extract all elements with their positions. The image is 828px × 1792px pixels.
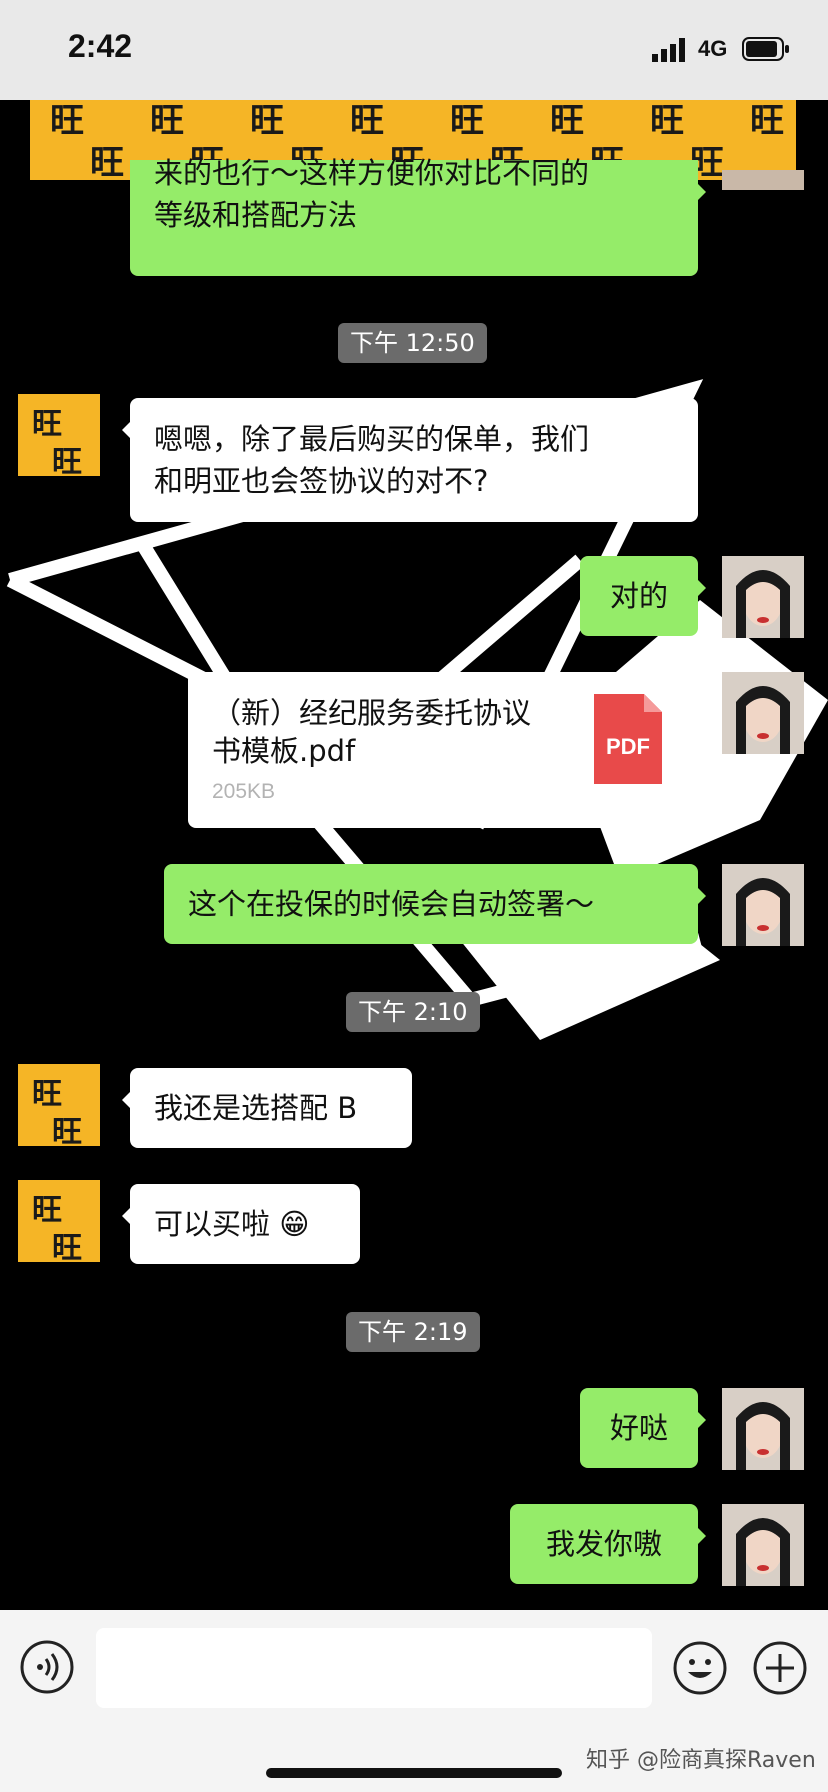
svg-text:旺: 旺 [52,1231,82,1262]
svg-text:旺: 旺 [350,101,384,141]
svg-text:旺: 旺 [750,101,784,141]
plus-icon[interactable] [752,1640,808,1696]
message-text: 我还是选搭配 B [154,1091,358,1125]
timestamp: 下午 12:50 [338,323,487,363]
pdf-icon-label: PDF [606,734,650,759]
avatar-contact[interactable]: 旺旺 [18,1064,100,1146]
svg-text:旺: 旺 [650,101,684,141]
message-bubble-received[interactable]: 可以买啦 😁 [122,1184,360,1264]
svg-text:旺: 旺 [550,101,584,141]
timestamp: 下午 2:10 [346,992,480,1032]
avatar-self[interactable] [722,1504,804,1586]
message-text: 来的也行～这样方便你对比不同的 [154,156,590,190]
message-text: 我发你嗷 [545,1527,662,1561]
signal-icon [652,38,685,62]
grin-emoji: 😁 [279,1207,310,1241]
svg-text:旺: 旺 [150,101,184,141]
timestamp: 下午 2:19 [346,1312,480,1352]
message-text: 嗯嗯，除了最后购买的保单，我们 [154,422,590,456]
message-bubble-received[interactable]: 我还是选搭配 B [122,1068,412,1148]
status-time: 2:42 [68,28,133,64]
svg-text:旺: 旺 [32,1077,62,1112]
message-text: 可以买啦 [154,1207,271,1241]
message-text: 等级和搭配方法 [154,198,358,232]
avatar-self[interactable] [722,556,804,638]
svg-text:旺: 旺 [50,101,84,141]
svg-text:旺: 旺 [32,407,62,442]
svg-text:旺: 旺 [90,143,124,180]
avatar-contact[interactable]: 旺旺 [18,1180,100,1262]
file-size: 205KB [212,780,276,803]
message-bubble-sent[interactable]: 我发你嗷 [510,1504,706,1584]
svg-text:旺: 旺 [52,445,82,476]
message-bubble-sent[interactable]: 来的也行～这样方便你对比不同的 等级和搭配方法 [130,156,706,276]
home-indicator[interactable] [266,1768,562,1778]
file-message[interactable]: （新）经纪服务委托协议书模板.pdf 205KB PDF [188,672,706,828]
network-type: 4G [698,36,728,61]
message-bubble-sent[interactable]: 好哒 [580,1388,706,1468]
avatar-self[interactable] [722,170,804,190]
svg-text:旺: 旺 [32,1193,62,1228]
watermark: 知乎 @险商真探Raven [586,1748,816,1773]
message-text: 和明亚也会签协议的对不? [154,464,489,498]
voice-icon[interactable] [20,1640,74,1694]
avatar-self[interactable] [722,1388,804,1470]
message-bubble-sent[interactable]: 对的 [580,556,706,636]
avatar-self[interactable] [722,864,804,946]
message-bubble-received[interactable]: 嗯嗯，除了最后购买的保单，我们 和明亚也会签协议的对不? [122,398,698,522]
battery-icon [742,37,789,61]
emoji-icon[interactable] [672,1640,728,1696]
message-text: 对的 [609,579,668,613]
svg-text:旺: 旺 [250,101,284,141]
avatar-contact[interactable]: 旺旺 [18,394,100,476]
svg-text:旺: 旺 [52,1115,82,1146]
message-bubble-sent[interactable]: 这个在投保的时候会自动签署～ [164,864,706,944]
message-text: 这个在投保的时候会自动签署～ [188,887,595,921]
svg-text:旺: 旺 [450,101,484,141]
avatar-self[interactable] [722,672,804,754]
message-text: 好哒 [609,1411,668,1445]
file-name: （新）经纪服务委托协议书模板.pdf [212,696,532,768]
message-input[interactable] [96,1628,652,1708]
